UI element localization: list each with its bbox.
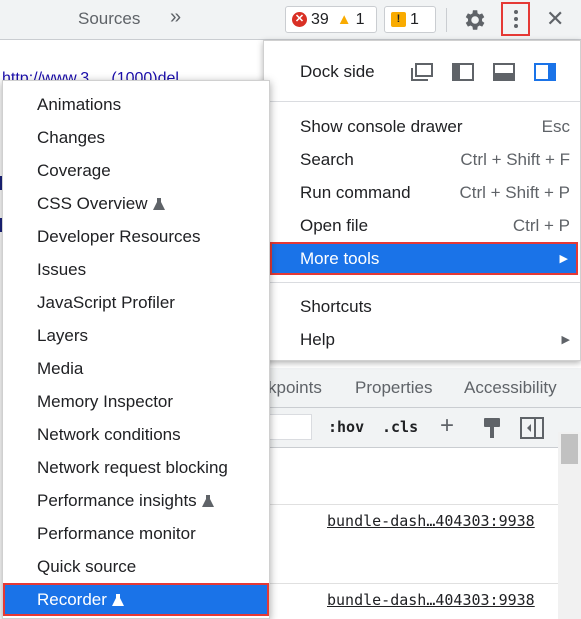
menu-separator — [264, 101, 580, 102]
settings-gear-icon[interactable] — [461, 7, 487, 33]
submenu-item-label: Recorder — [37, 590, 107, 609]
tab-sources[interactable]: Sources — [78, 9, 140, 29]
submenu-item-label: Changes — [37, 128, 106, 147]
issues-count: 1 — [410, 10, 419, 28]
toggle-sidebar-icon[interactable] — [520, 417, 544, 439]
menu-item-shortcuts[interactable]: Shortcuts — [264, 290, 580, 323]
warning-icon: ▲ — [336, 11, 352, 28]
submenu-item-quick-source[interactable]: Quick source — [3, 550, 269, 583]
experiment-flask-icon — [111, 593, 124, 606]
row-divider — [268, 583, 558, 584]
issues-counter[interactable]: ! 1 — [384, 6, 436, 33]
source-link[interactable]: bundle-dash…404303:9938 — [327, 591, 535, 609]
submenu-item-label: Coverage — [37, 161, 111, 180]
menu-item-help[interactable]: Help ▶ — [264, 323, 580, 356]
styles-filter-input[interactable] — [268, 414, 312, 440]
submenu-item-label: CSS Overview — [37, 194, 148, 213]
errors-count: 39 — [311, 10, 329, 28]
error-warning-counter[interactable]: ✕ 39 ▲ 1 — [285, 6, 377, 33]
menu-item-show-console-drawer[interactable]: Show console drawer Esc — [264, 110, 580, 143]
submenu-item-label: Issues — [37, 260, 87, 279]
submenu-item-label: Performance insights — [37, 491, 197, 510]
submenu-item-label: JavaScript Profiler — [37, 293, 175, 312]
experiment-flask-icon — [152, 197, 165, 210]
tab-breakpoints[interactable]: kpoints — [268, 378, 322, 398]
submenu-item-label: Network request blocking — [37, 458, 228, 477]
hov-button[interactable]: :hov — [328, 418, 364, 436]
submenu-item-label: Layers — [37, 326, 89, 345]
submenu-item-changes[interactable]: Changes — [3, 121, 269, 154]
submenu-item-memory-inspector[interactable]: Memory Inspector — [3, 385, 269, 418]
customize-and-control-menu: Dock side Show console drawer Esc Search… — [263, 40, 581, 361]
undock-icon[interactable] — [411, 63, 433, 81]
menu-item-run-command[interactable]: Run command Ctrl + Shift + P — [264, 176, 580, 209]
submenu-item-label: Animations — [37, 95, 122, 114]
menu-item-label: More tools — [300, 249, 380, 268]
cls-button[interactable]: .cls — [382, 418, 418, 436]
menu-item-shortcut: Esc — [541, 117, 570, 136]
menu-item-open-file[interactable]: Open file Ctrl + P — [264, 209, 580, 242]
menu-item-label: Show console drawer — [300, 117, 463, 136]
submenu-item-label: Memory Inspector — [37, 392, 174, 411]
submenu-item-label: Performance monitor — [37, 524, 196, 543]
submenu-item-label: Network conditions — [37, 425, 181, 444]
menu-item-more-tools[interactable]: More tools ▶ — [270, 242, 578, 275]
submenu-item-performance-insights[interactable]: Performance insights — [3, 484, 269, 517]
submenu-item-coverage[interactable]: Coverage — [3, 154, 269, 187]
experiment-flask-icon — [201, 494, 214, 507]
toolbar-divider — [446, 8, 447, 32]
menu-separator — [264, 282, 580, 283]
devtools-toolbar: Sources » ✕ 39 ▲ 1 ! 1 ✕ — [0, 0, 581, 40]
menu-item-label: Help — [300, 330, 335, 349]
submenu-item-issues[interactable]: Issues — [3, 253, 269, 286]
close-icon[interactable]: ✕ — [546, 6, 564, 32]
submenu-item-css-overview[interactable]: CSS Overview — [3, 187, 269, 220]
row-divider — [268, 504, 558, 505]
dock-side-label: Dock side — [300, 62, 375, 81]
menu-item-label: Shortcuts — [300, 297, 372, 316]
submenu-arrow-icon: ▶ — [559, 253, 568, 265]
submenu-item-developer-resources[interactable]: Developer Resources — [3, 220, 269, 253]
dock-left-icon[interactable] — [452, 63, 474, 81]
menu-item-shortcut: Ctrl + Shift + P — [459, 183, 570, 202]
error-icon: ✕ — [292, 12, 307, 27]
submenu-item-label: Developer Resources — [37, 227, 201, 246]
submenu-item-label: Quick source — [37, 557, 137, 576]
paint-brush-icon[interactable] — [481, 416, 503, 440]
more-tools-submenu: Animations Changes Coverage CSS Overview… — [2, 80, 270, 619]
menu-item-shortcut: Ctrl + Shift + F — [460, 150, 570, 169]
tab-properties[interactable]: Properties — [355, 378, 432, 398]
issue-icon: ! — [391, 12, 406, 27]
menu-item-label: Search — [300, 150, 354, 169]
more-tabs-chevron-icon[interactable]: » — [170, 6, 181, 29]
submenu-item-layers[interactable]: Layers — [3, 319, 269, 352]
warnings-count: 1 — [355, 10, 365, 28]
customize-menu-kebab-icon[interactable] — [501, 2, 530, 36]
submenu-item-network-request-blocking[interactable]: Network request blocking — [3, 451, 269, 484]
dock-right-icon[interactable] — [534, 63, 556, 81]
submenu-item-performance-monitor[interactable]: Performance monitor — [3, 517, 269, 550]
dock-bottom-icon[interactable] — [493, 63, 515, 81]
menu-item-label: Open file — [300, 216, 369, 235]
submenu-item-animations[interactable]: Animations — [3, 88, 269, 121]
source-link[interactable]: bundle-dash…404303:9938 — [327, 512, 535, 530]
submenu-item-media[interactable]: Media — [3, 352, 269, 385]
submenu-arrow-icon: ▶ — [561, 334, 570, 346]
menu-item-shortcut: Ctrl + P — [512, 216, 570, 235]
scrollbar-thumb[interactable] — [561, 434, 578, 464]
submenu-item-network-conditions[interactable]: Network conditions — [3, 418, 269, 451]
styles-toolbar: :hov .cls + — [268, 408, 581, 448]
styles-pane-tabs: kpoints Properties Accessibility — [268, 368, 581, 408]
menu-item-label: Run command — [300, 183, 411, 202]
tab-accessibility[interactable]: Accessibility — [464, 378, 557, 398]
new-style-rule-plus-icon[interactable]: + — [440, 412, 454, 440]
menu-item-search[interactable]: Search Ctrl + Shift + F — [264, 143, 580, 176]
submenu-item-label: Media — [37, 359, 84, 378]
submenu-item-recorder[interactable]: Recorder — [3, 583, 269, 616]
submenu-item-javascript-profiler[interactable]: JavaScript Profiler — [3, 286, 269, 319]
